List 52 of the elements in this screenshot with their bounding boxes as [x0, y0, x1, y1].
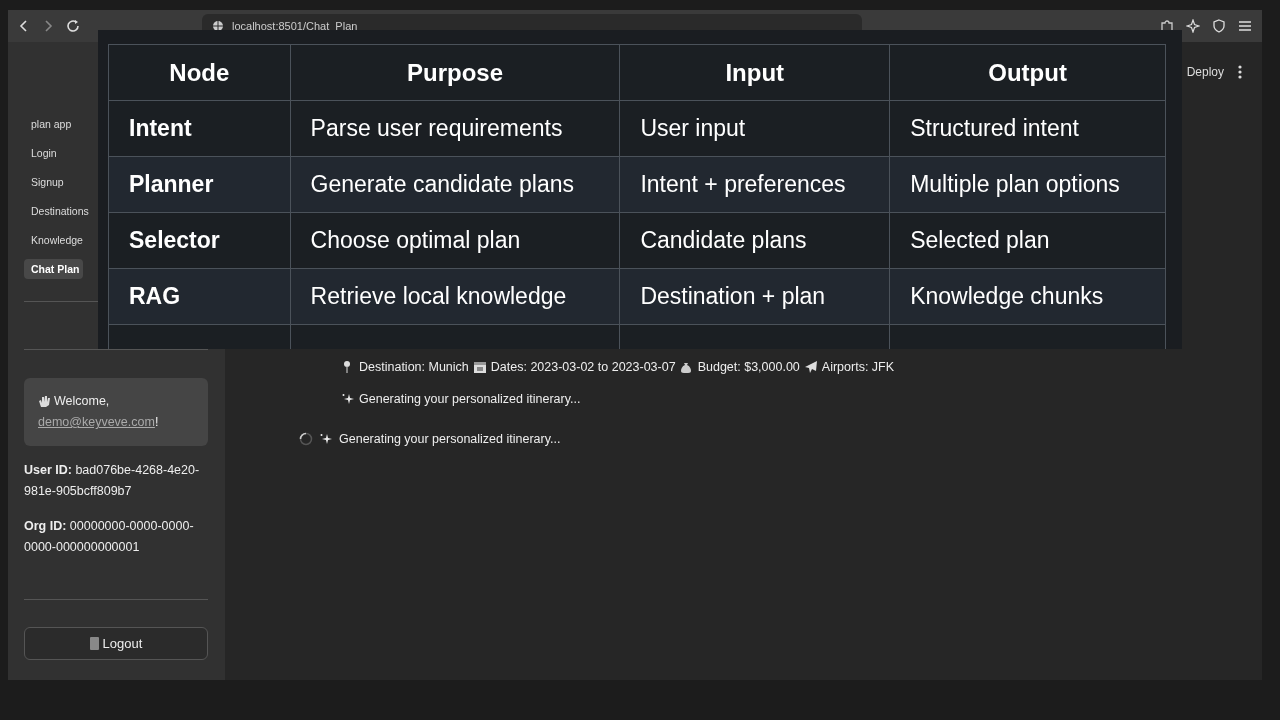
back-icon[interactable]	[18, 19, 30, 33]
table-cell: Multiple plan options	[889, 156, 1166, 213]
sparkle-icon[interactable]	[1186, 19, 1200, 33]
money-bag-icon	[679, 360, 694, 374]
table-cell: Planner	[108, 156, 291, 213]
column-header: Purpose	[290, 44, 620, 101]
shield-icon[interactable]	[1212, 19, 1226, 33]
column-header: Node	[108, 44, 291, 101]
spinner-icon	[299, 432, 313, 446]
table-cell: Selected plan	[889, 212, 1166, 269]
url-text[interactable]: localhost:8501/Chat_Plan	[232, 20, 358, 32]
nav-item[interactable]: Knowledge	[24, 230, 87, 250]
table-cell: Retrieve local knowledge	[290, 268, 620, 325]
nav-item[interactable]: plan app	[24, 114, 76, 134]
column-header: Output	[889, 44, 1166, 101]
menu-icon[interactable]	[1238, 19, 1252, 33]
table-cell: Parse user requirements	[290, 100, 620, 157]
deploy-button[interactable]: Deploy	[1186, 65, 1224, 79]
calendar-icon	[472, 360, 487, 374]
table-cell: Choose optimal plan	[290, 212, 620, 269]
status-text: Generating your personalized itinerary...	[339, 432, 561, 446]
table-cell: Knowledge chunks	[889, 268, 1166, 325]
table-cell: Generate candidate plans	[290, 156, 620, 213]
table-cell: User input	[619, 100, 890, 157]
welcome-text: Welcome,	[54, 393, 110, 410]
table-cell: Candidate plans	[619, 212, 890, 269]
status-text: Generating your personalized itinerary...	[359, 392, 581, 406]
user-id-text: User ID: bad076be-4268-4e20-981e-905bcff809b7	[24, 462, 201, 500]
logout-button[interactable]: Logout	[24, 627, 208, 660]
table-cell: Intent	[108, 100, 291, 157]
table-cell: RAG	[108, 268, 291, 325]
email-link[interactable]: demo@keyveve.com	[38, 415, 155, 429]
exclamation-text: !	[154, 415, 159, 429]
nav-item[interactable]: Chat Plan	[24, 259, 84, 279]
table-cell: Structured intent	[889, 100, 1166, 157]
table-cell: Selector	[108, 212, 291, 269]
forward-icon[interactable]	[42, 19, 54, 33]
reload-icon[interactable]	[66, 19, 80, 33]
column-header: Input	[619, 44, 890, 101]
trip-detail-text: Budget: $3,000.00	[697, 360, 800, 374]
nav-item[interactable]: Signup	[24, 172, 68, 192]
more-options-icon[interactable]	[1238, 65, 1242, 79]
trip-detail-text: Airports: JFK	[821, 360, 895, 374]
trip-detail-text: Destination: Munich	[359, 360, 469, 374]
airplane-icon	[803, 360, 818, 374]
nav-item[interactable]: Login	[24, 143, 61, 163]
org-id-text: Org ID: 00000000-0000-0000-0000-000000000001	[24, 518, 195, 556]
waving-hand-icon	[38, 395, 51, 408]
table-cell: Intent + preferences	[619, 156, 890, 213]
trip-detail-text: Dates: 2023-03-02 to 2023-03-07	[490, 360, 676, 374]
table-cell: Destination + plan	[619, 268, 890, 325]
nav-item[interactable]: Destinations	[24, 201, 93, 221]
